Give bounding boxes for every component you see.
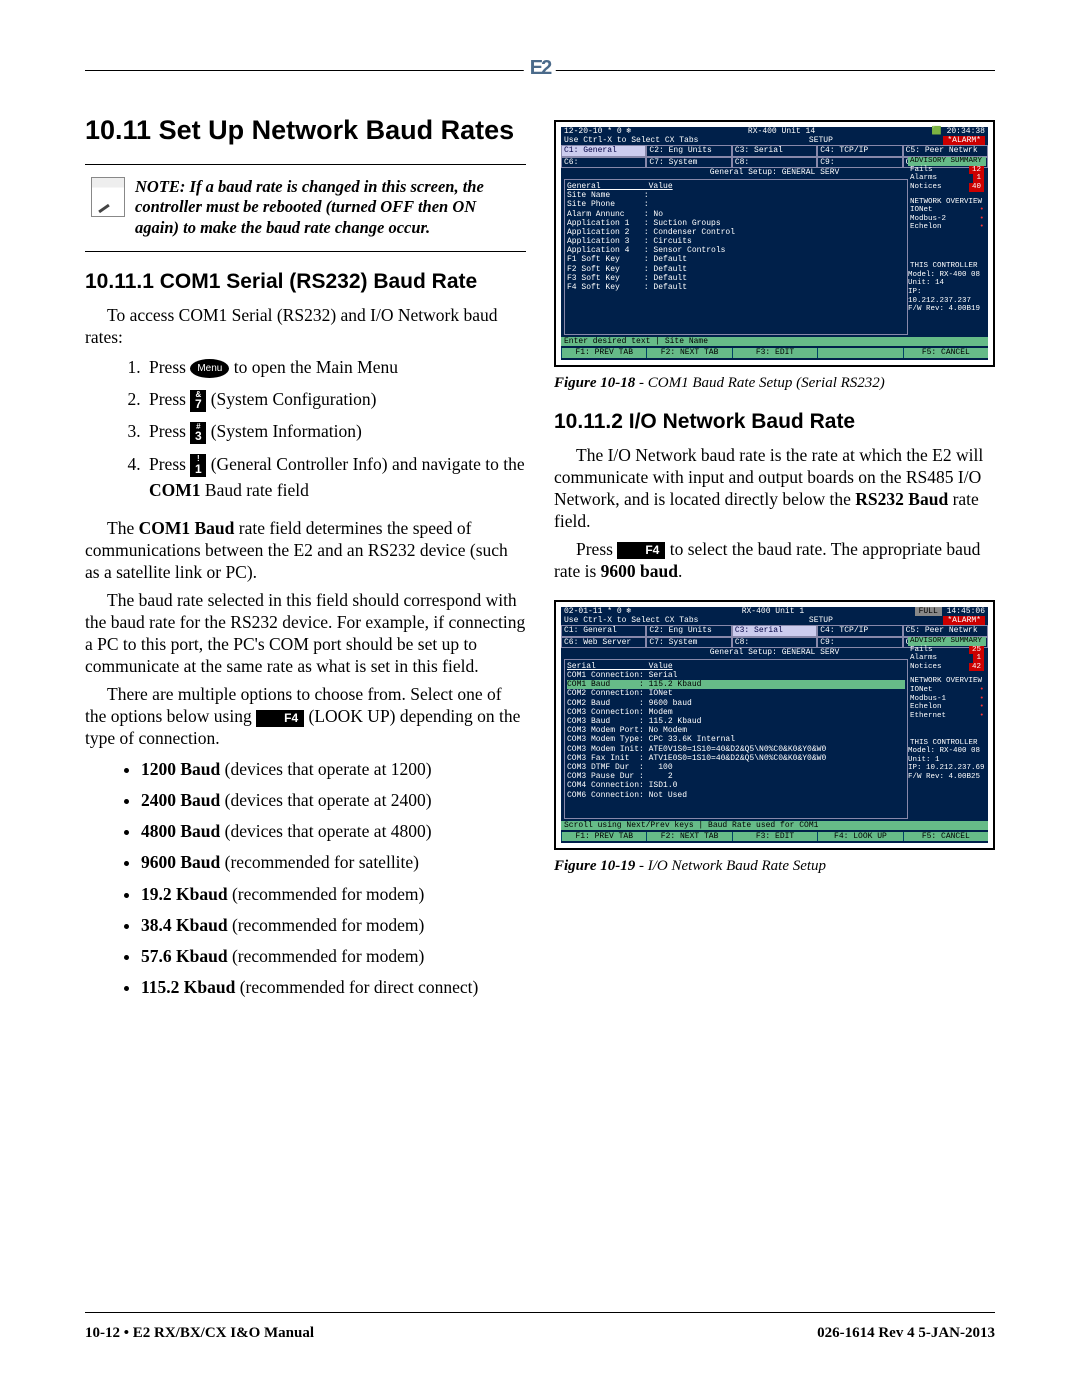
baud-options-list: 1200 Baud (devices that operate at 1200)… <box>85 756 526 1001</box>
step-3: Press #3 (System Information) <box>145 418 526 444</box>
figure-10-19-caption: Figure 10-19 - I/O Network Baud Rate Set… <box>554 858 995 875</box>
list-item: 4800 Baud (devices that operate at 4800) <box>141 818 526 844</box>
notepad-icon <box>91 177 125 217</box>
right-column: 12-20-10 * 0 ❄RX-400 Unit 14🟩 20:34:38 U… <box>554 116 995 1006</box>
figure-10-18-screenshot: 12-20-10 * 0 ❄RX-400 Unit 14🟩 20:34:38 U… <box>554 120 995 367</box>
list-item: 57.6 Kbaud (recommended for modem) <box>141 943 526 969</box>
intro-paragraph: To access COM1 Serial (RS232) and I/O Ne… <box>85 304 526 348</box>
key-3-icon: #3 <box>190 422 206 444</box>
subsection-io-network: 10.11.2 I/O Network Baud Rate <box>554 410 995 434</box>
para-com1-baud: The COM1 Baud rate field determines the … <box>85 517 526 583</box>
footer-right: 026-1614 Rev 4 5-JAN-2013 <box>817 1325 995 1342</box>
para-correspond: The baud rate selected in this field sho… <box>85 589 526 677</box>
list-item: 9600 Baud (recommended for satellite) <box>141 849 526 875</box>
note-rule-top <box>85 164 526 165</box>
step-2: Press &7 (System Configuration) <box>145 386 526 412</box>
figure-10-19-screenshot: 02-01-11 * 0 ❄RX-400 Unit 1FULL 14:45:06… <box>554 600 995 850</box>
list-item: 2400 Baud (devices that operate at 2400) <box>141 787 526 813</box>
steps-list: Press Menu to open the Main Menu Press &… <box>85 354 526 503</box>
step-4: Press !1 (General Controller Info) and n… <box>145 451 526 504</box>
advisory-panel: ADVISORY SUMMARY Fails12 Alarms1 Notices… <box>908 157 986 314</box>
subsection-com1: 10.11.1 COM1 Serial (RS232) Baud Rate <box>85 270 526 294</box>
step-1: Press Menu to open the Main Menu <box>145 354 526 380</box>
figure-10-18-caption: Figure 10-18 - COM1 Baud Rate Setup (Ser… <box>554 375 995 392</box>
para-options: There are multiple options to choose fro… <box>85 683 526 749</box>
key-7-icon: &7 <box>190 390 206 412</box>
f4-key-icon: F4 <box>256 710 304 727</box>
section-title: 10.11 Set Up Network Baud Rates <box>85 116 526 146</box>
two-column-layout: 10.11 Set Up Network Baud Rates NOTE: If… <box>85 116 995 1006</box>
para-io-desc: The I/O Network baud rate is the rate at… <box>554 444 995 532</box>
left-column: 10.11 Set Up Network Baud Rates NOTE: If… <box>85 116 526 1006</box>
list-item: 115.2 Kbaud (recommended for direct conn… <box>141 974 526 1000</box>
list-item: 1200 Baud (devices that operate at 1200) <box>141 756 526 782</box>
list-item: 38.4 Kbaud (recommended for modem) <box>141 912 526 938</box>
advisory-panel: ADVISORY SUMMARY Fails25 Alarms1 Notices… <box>908 637 986 782</box>
note-rule-bottom <box>85 251 526 252</box>
page-top-rule: E2 <box>85 70 995 71</box>
page-footer: 10-12 • E2 RX/BX/CX I&O Manual 026-1614 … <box>85 1312 995 1342</box>
note-text: NOTE: If a baud rate is changed in this … <box>135 177 520 239</box>
f4-key-icon: F4 <box>617 542 665 559</box>
para-io-press: Press F4 to select the baud rate. The ap… <box>554 538 995 582</box>
key-1-icon: !1 <box>190 454 206 476</box>
note-block: NOTE: If a baud rate is changed in this … <box>85 173 526 243</box>
footer-left: 10-12 • E2 RX/BX/CX I&O Manual <box>85 1325 314 1342</box>
header-logo: E2 <box>524 57 556 80</box>
list-item: 19.2 Kbaud (recommended for modem) <box>141 881 526 907</box>
menu-key-icon: Menu <box>190 359 229 378</box>
